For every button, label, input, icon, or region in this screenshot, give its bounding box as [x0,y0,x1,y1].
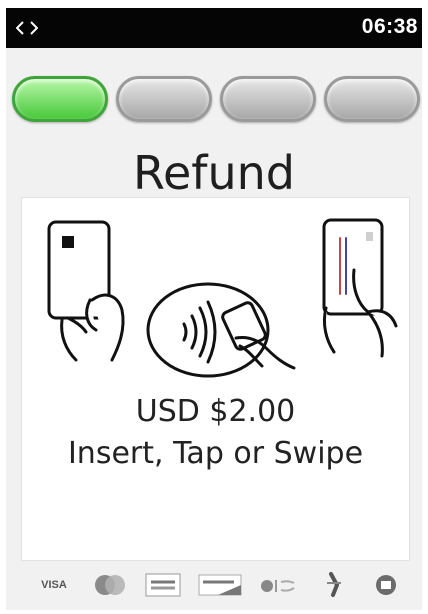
page-title: Refund [133,146,295,200]
payment-terminal-screen: 06:38 Refund USD $2.00 Insert, Tap or Sw… [6,8,422,610]
status-bar: 06:38 [6,8,422,48]
accepted-payments-bar: VISA [21,565,408,605]
payment-methods-illustration [47,218,398,378]
payment-instruction: Insert, Tap or Swipe [67,436,364,471]
status-time: 06:38 [361,15,418,38]
contactless-tap-icon [146,282,296,378]
visa-label: VISA [41,579,67,591]
payment-instruction-panel: USD $2.00 Insert, Tap or Swipe [21,197,410,561]
samsung-pay-logo-icon [369,571,403,599]
amex-logo-icon [143,571,183,599]
mastercard-logo-icon [91,571,129,599]
step-indicator-3 [220,76,316,122]
step-indicator-1 [12,76,108,122]
discover-logo-icon [197,571,243,599]
visa-logo-icon: VISA [35,571,73,599]
card-insert-icon [47,220,125,362]
progress-steps [6,76,422,132]
step-indicator-2 [116,76,212,122]
refund-amount: USD $2.00 [135,394,296,429]
card-swipe-icon [322,218,398,358]
code-arrows-icon [16,21,38,35]
google-pay-logo-icon [317,571,351,599]
step-indicator-4 [324,76,420,122]
apple-pay-logo-icon [257,571,299,599]
